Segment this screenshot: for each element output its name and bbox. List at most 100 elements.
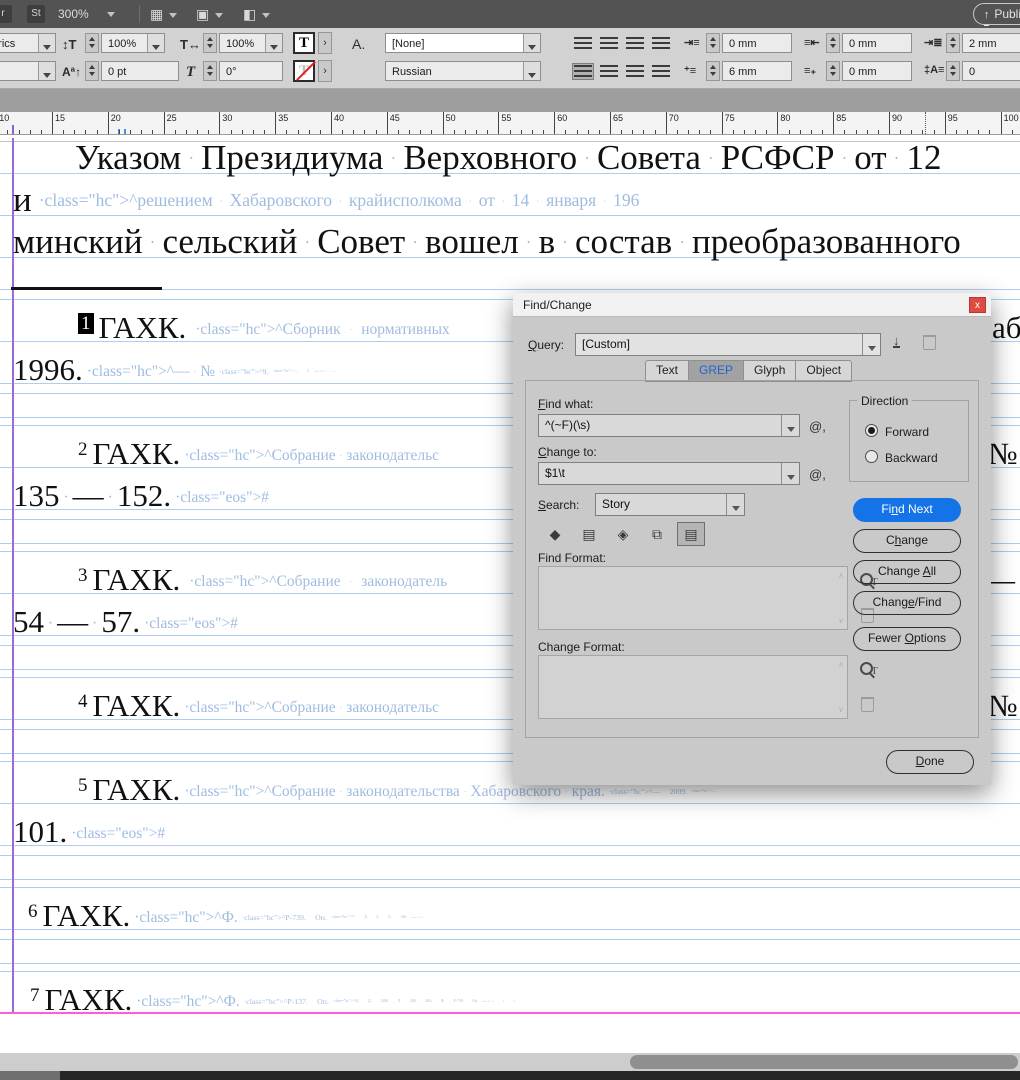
baseline-shift-stepper[interactable] (85, 61, 99, 81)
forward-label[interactable]: Forward (885, 425, 929, 439)
tab-grep[interactable]: GREP (689, 360, 745, 382)
drop-cap-stepper[interactable] (946, 61, 960, 81)
body-text-line[interactable]: Указом · Президиума · Верховного · Совета · РСФС… (13, 138, 941, 178)
include-hidden-layers-icon[interactable]: ◈ (609, 522, 637, 546)
kerning-select[interactable]: etrics (0, 33, 56, 53)
forward-radio[interactable] (865, 424, 878, 437)
change-find-button[interactable]: Change/Find (853, 591, 961, 615)
footnote-text-fragment[interactable]: №·class="hc">^ (988, 436, 1020, 472)
skew-field[interactable]: 0° (219, 61, 283, 81)
search-scope-select[interactable]: Story (595, 493, 745, 516)
footnote-number[interactable]: 5 (78, 775, 88, 796)
body-text-line[interactable]: и ·class="hc">^решением · Хабаровского · край… (13, 180, 646, 220)
right-indent-stepper[interactable] (826, 33, 840, 53)
justify-last-left-button[interactable] (572, 63, 594, 80)
chevron-down-icon[interactable] (781, 415, 799, 436)
footnote-number[interactable]: 4 (78, 691, 88, 712)
justify-full-button[interactable] (650, 63, 672, 80)
stock-icon[interactable]: St (27, 5, 45, 23)
save-query-icon[interactable]: ↓ (893, 334, 900, 348)
footnote-line[interactable]: 135 · — · 152. ·class="eos"># (13, 478, 273, 514)
footnote-text-fragment[interactable]: аб (992, 310, 1020, 346)
character-style-select[interactable]: [None] (385, 33, 541, 53)
done-button[interactable]: Done (886, 750, 974, 774)
arrange-documents-icon[interactable]: ◧ (243, 5, 271, 23)
space-before-field[interactable]: 2 mm (962, 33, 1020, 53)
find-next-button[interactable]: Find Next (853, 498, 961, 522)
footnote-number[interactable]: 6 (28, 901, 38, 922)
fill-flyout-button[interactable]: › (318, 32, 332, 54)
justify-last-right-button[interactable] (650, 35, 672, 52)
screen-mode-icon[interactable]: ▣ (196, 5, 224, 23)
query-select[interactable]: [Custom] (575, 333, 881, 356)
space-after-stepper[interactable] (826, 61, 840, 81)
tracking-select[interactable] (0, 61, 56, 81)
fewer-options-button[interactable]: Fewer Options (853, 627, 961, 651)
character-fill-swatch[interactable]: T (293, 32, 315, 54)
horizontal-scale-field[interactable]: 100% (219, 33, 283, 53)
footnote-text-fragment[interactable]: №·class="hc">^ (988, 688, 1020, 724)
align-center-button[interactable] (598, 35, 620, 52)
indent-marker-icon[interactable] (124, 129, 126, 134)
change-format-box[interactable]: ∧ ∨ (538, 655, 848, 719)
scrollbar-thumb[interactable] (630, 1055, 1018, 1069)
footnote-line[interactable]: 1996. ·class="hc">^— · № ·class="hc">^9. ·cla… (13, 352, 356, 388)
footnote-line[interactable]: 1 ГАХК. ·class="hc">^Сборник · нормативных (78, 310, 459, 346)
zoom-level-select[interactable]: 300% (58, 0, 115, 28)
align-right-button[interactable] (624, 35, 646, 52)
include-master-pages-icon[interactable]: ⧉ (643, 522, 671, 546)
body-text-line[interactable]: минский · сельский · Совет · вошел · в · состав · пр… (13, 222, 961, 262)
skew-stepper[interactable] (203, 61, 217, 81)
footnote-line[interactable]: 6 ГАХК. ·class="hc">^Ф. ·class="hc">^Р-739.… (28, 898, 439, 934)
space-before-stepper[interactable] (946, 33, 960, 53)
chevron-down-icon[interactable] (781, 463, 799, 484)
tab-glyph[interactable]: Glyph (744, 360, 797, 382)
character-stroke-swatch[interactable]: T (293, 60, 315, 82)
footnote-line[interactable]: 2 ГАХК. ·class="hc">^Собрание · законодатель… (78, 436, 443, 472)
footnote-line[interactable]: 3 ГАХК. ·class="hc">^Собрание · законодатель (78, 562, 456, 598)
footnote-number-selected[interactable]: 1 (78, 313, 94, 334)
include-footnotes-icon[interactable]: ▤ (677, 522, 705, 546)
right-indent-field[interactable]: 0 mm (842, 33, 912, 53)
bridge-icon[interactable]: r (0, 5, 12, 23)
baseline-shift-field[interactable]: 0 pt (101, 61, 179, 81)
footnote-line[interactable]: 7 ГАХК. ·class="hc">^Ф. ·class="hc">^Р-137.… (30, 982, 531, 1018)
publish-online-button[interactable]: ↑ Publi (972, 3, 1020, 26)
column-guide[interactable] (12, 138, 14, 1013)
left-indent-stepper[interactable] (706, 33, 720, 53)
first-line-indent-stepper[interactable] (706, 61, 720, 81)
footnote-number[interactable]: 2 (78, 439, 88, 460)
footnote-line[interactable]: 54 · — · 57. ·class="eos"># (13, 604, 242, 640)
include-locked-stories-icon[interactable]: ▤ (575, 522, 603, 546)
horizontal-scale-stepper[interactable] (203, 33, 217, 53)
horizontal-ruler[interactable]: 10 15 20 25 30 35 40 45 50 55 60 65 70 75 80 85 90 95 100 (0, 112, 1020, 135)
include-locked-layers-icon[interactable]: ◆ (541, 522, 569, 546)
backward-label[interactable]: Backward (885, 451, 938, 465)
first-line-indent-field[interactable]: 6 mm (722, 61, 792, 81)
change-button[interactable]: Change (853, 529, 961, 553)
language-select[interactable]: Russian (385, 61, 541, 81)
stroke-flyout-button[interactable]: › (318, 60, 332, 82)
justify-all-button[interactable] (624, 63, 646, 80)
special-characters-menu-icon[interactable]: @, (809, 467, 826, 482)
close-icon[interactable]: x (969, 297, 986, 313)
drop-cap-field[interactable]: 0 (962, 61, 1020, 81)
special-characters-menu-icon[interactable]: @, (809, 419, 826, 434)
tab-object[interactable]: Object (796, 360, 853, 382)
change-to-input[interactable]: $1\t (538, 462, 800, 485)
vertical-scale-field[interactable]: 100% (101, 33, 165, 53)
space-after-field[interactable]: 0 mm (842, 61, 912, 81)
vertical-scale-stepper[interactable] (85, 33, 99, 53)
footnote-line[interactable]: 4 ГАХК. ·class="hc">^Собрание · законодатель… (78, 688, 443, 724)
find-what-input[interactable]: ^(~F)(\s) (538, 414, 800, 437)
footnote-number[interactable]: 3 (78, 565, 88, 586)
tab-text[interactable]: Text (645, 360, 690, 382)
change-all-button[interactable]: Change All (853, 560, 961, 584)
align-left-button[interactable] (572, 35, 594, 52)
footnote-line[interactable]: 101. ·class="eos"># (13, 814, 169, 850)
backward-radio[interactable] (865, 450, 878, 463)
justify-last-center-button[interactable] (598, 63, 620, 80)
dialog-title-bar[interactable]: Find/Change x (513, 293, 991, 317)
find-format-box[interactable]: ∧ ∨ (538, 566, 848, 630)
footnote-number[interactable]: 7 (30, 985, 40, 1006)
